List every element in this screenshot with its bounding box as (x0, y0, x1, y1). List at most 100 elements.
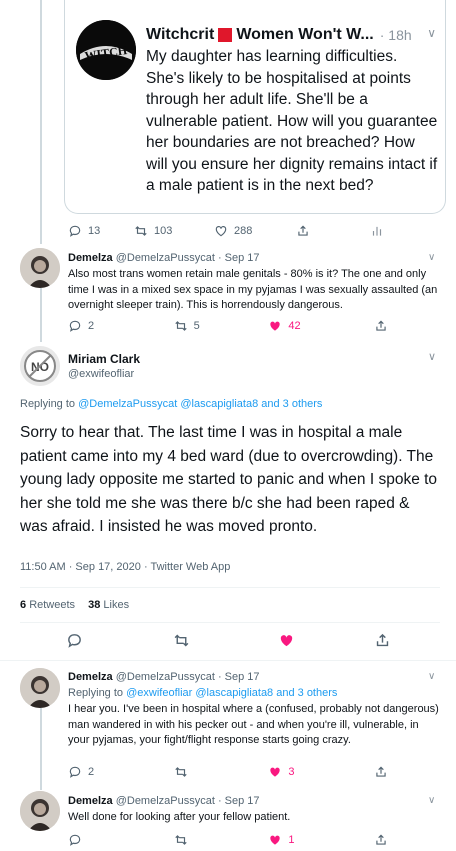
author-handle-time[interactable]: @DemelzaPussycat · Sep 17 (116, 795, 260, 807)
replying-prefix: Replying to (20, 398, 76, 410)
divider (20, 622, 440, 623)
likes-label: Likes (103, 599, 130, 611)
share-button[interactable] (374, 833, 388, 847)
retweet-icon (174, 321, 187, 331)
quoted-time[interactable]: · 18h (380, 27, 412, 43)
reply3-action-bar: 1 (68, 833, 388, 847)
retweets-count: 6 (20, 599, 27, 611)
main-tweet-text: Sorry to hear that. The last time I was … (20, 424, 438, 535)
author-handle[interactable]: @exwifeofliar (68, 368, 134, 380)
reply2-header: Demelza @DemelzaPussycat · Sep 17 (68, 671, 260, 683)
quoted-tweet-header: Witchcrit Women Won't W... · 18h ∨ (146, 24, 436, 46)
avatar[interactable]: NO (20, 346, 60, 386)
thread-line-top (40, 0, 42, 244)
author-handle-time[interactable]: @DemelzaPussycat · Sep 17 (116, 671, 260, 683)
replying-to: Replying to @exwifeofliar @lascapigliata… (68, 687, 337, 699)
reply1-text: Also most trans women retain male genita… (68, 268, 438, 311)
quoted-action-bar: 13 103 288 (68, 224, 388, 238)
like-button[interactable]: 42 (268, 319, 374, 333)
author-name[interactable]: Demelza (68, 671, 113, 683)
reply-button[interactable]: 13 (68, 224, 134, 238)
engagement-counts: 6 Retweets 38 Likes (20, 599, 129, 611)
reply-button[interactable] (66, 632, 173, 649)
reply-count: 2 (88, 320, 95, 332)
chevron-down-icon[interactable]: ∨ (428, 350, 436, 363)
reply-button[interactable]: 2 (68, 319, 174, 333)
avatar[interactable] (20, 791, 60, 831)
like-icon (280, 635, 293, 647)
reply2-action-bar: 2 3 (68, 765, 388, 779)
chevron-down-icon[interactable]: ∨ (428, 795, 435, 806)
analytics-button[interactable] (370, 224, 384, 238)
retweet-icon (135, 226, 147, 236)
analytics-icon (372, 226, 382, 236)
like-button[interactable] (278, 632, 374, 649)
reply1-action-bar: 2 5 42 (68, 319, 388, 333)
like-button[interactable]: 3 (268, 765, 374, 779)
avatar[interactable] (20, 668, 60, 708)
retweet-count: 103 (154, 225, 173, 237)
red-square-emoji (218, 28, 233, 42)
share-button[interactable] (374, 765, 388, 779)
quoted-tweet-text: My daughter has learning difficulties. S… (146, 48, 438, 194)
chevron-down-icon[interactable]: ∨ (428, 252, 435, 263)
reply-count: 2 (88, 766, 95, 778)
retweet-button[interactable] (174, 765, 269, 779)
share-button[interactable] (374, 632, 391, 649)
share-icon (376, 633, 389, 647)
thread-line-reply2 (40, 695, 42, 790)
divider (0, 660, 456, 661)
author-handle-time[interactable]: @DemelzaPussycat · Sep 17 (116, 252, 260, 264)
reply-icon (68, 634, 81, 648)
retweet-button[interactable] (174, 833, 269, 847)
like-count: 1 (288, 834, 295, 846)
avatar[interactable]: WITCH (76, 20, 136, 80)
retweets-label: Retweets (29, 599, 76, 611)
share-button[interactable] (374, 319, 388, 333)
retweet-button[interactable] (173, 632, 278, 649)
replying-to-link[interactable]: @DemelzaPussycat @lascapigliata8 and 3 o… (78, 398, 322, 410)
retweets-stat[interactable]: 6 Retweets (20, 599, 75, 611)
thread-line-reply1 (40, 282, 42, 342)
reply-button[interactable] (68, 833, 174, 847)
likes-stat[interactable]: 38 Likes (88, 599, 129, 611)
reply-button[interactable]: 2 (68, 765, 174, 779)
reply2-text: I hear you. I've been in hospital where … (68, 703, 439, 746)
chevron-down-icon[interactable]: ∨ (427, 26, 436, 40)
retweet-button[interactable]: 103 (134, 224, 214, 238)
reply1-header: Demelza @DemelzaPussycat · Sep 17 (68, 252, 260, 264)
reply3-header: Demelza @DemelzaPussycat · Sep 17 (68, 795, 260, 807)
like-button[interactable]: 288 (214, 224, 296, 238)
author-name[interactable]: Miriam Clark (68, 352, 140, 366)
replying-to: Replying to @DemelzaPussycat @lascapigli… (20, 398, 322, 410)
share-button[interactable] (296, 224, 370, 238)
main-action-bar (66, 632, 406, 649)
like-button[interactable]: 1 (268, 833, 374, 847)
retweet-count: 5 (193, 320, 200, 332)
like-icon (215, 226, 227, 237)
divider (20, 587, 440, 588)
retweet-button[interactable]: 5 (174, 319, 269, 333)
like-icon (270, 321, 281, 331)
author-name[interactable]: Demelza (68, 795, 113, 807)
quoted-author-name-tail[interactable]: Women Won't W... (236, 26, 373, 44)
retweet-icon (174, 767, 187, 777)
reply3-text: Well done for looking after your fellow … (68, 811, 291, 823)
like-count: 42 (288, 320, 301, 332)
like-icon (270, 835, 281, 845)
share-icon (376, 834, 386, 845)
replying-to-link[interactable]: @exwifeofliar @lascapigliata8 and 3 othe… (126, 687, 337, 699)
like-count: 3 (288, 766, 295, 778)
reply-icon (69, 320, 81, 332)
quoted-author-name[interactable]: Witchcrit (146, 26, 214, 44)
author-name[interactable]: Demelza (68, 252, 113, 264)
avatar[interactable] (20, 248, 60, 288)
chevron-down-icon[interactable]: ∨ (428, 671, 435, 682)
reply-icon (69, 225, 81, 237)
likes-count: 38 (88, 599, 101, 611)
share-icon (376, 766, 386, 777)
tweet-timestamp[interactable]: 11:50 AM · Sep 17, 2020 · Twitter Web Ap… (20, 561, 230, 573)
retweet-icon (174, 835, 187, 845)
reply-icon (69, 766, 81, 778)
share-icon (376, 320, 386, 331)
